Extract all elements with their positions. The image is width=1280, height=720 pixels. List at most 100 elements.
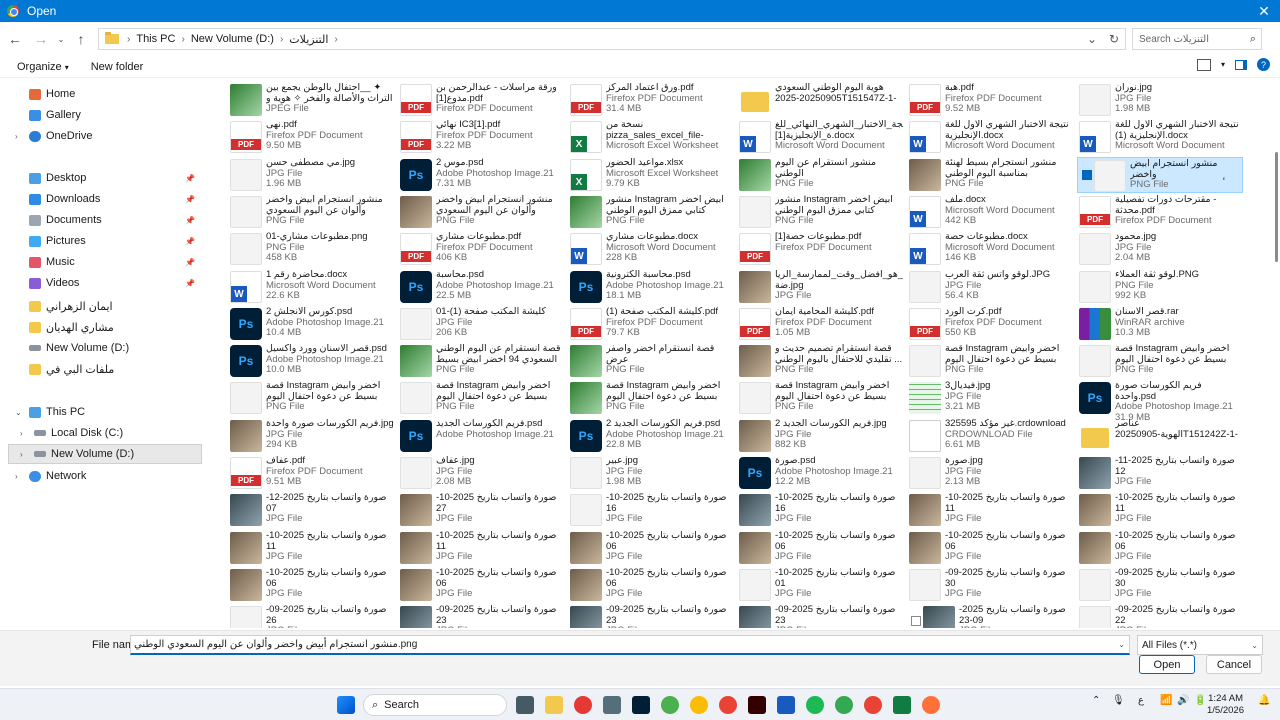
chevron-right-icon[interactable]: › <box>20 450 23 459</box>
forward-icon[interactable]: → <box>30 28 52 50</box>
file-item[interactable]: منشور Instagram ابيض اخضر كتابي ممزق الي… <box>568 194 734 230</box>
file-item[interactable]: صورة واتساب بتاريخ 2025-10-06 في 7800160… <box>568 530 734 566</box>
file-item[interactable]: صورة واتساب بتاريخ 2025-10-06 في 6_14.27… <box>1077 530 1243 566</box>
file-item[interactable]: صورة واتساب بتاريخ 2025-10-11 في 8_10.58… <box>228 530 394 566</box>
file-item[interactable]: صورة واتساب بتاريخ 2025-10-16 في 4_23.21… <box>737 492 903 528</box>
file-item[interactable]: عفاف.jpg JPG File 2.08 MB <box>398 455 564 491</box>
file-item[interactable]: نهائي IC3[1].pdfFirefox PDF Document3.22… <box>398 119 564 155</box>
new-folder-button[interactable]: New folder <box>91 61 144 73</box>
file-item[interactable]: ملف.docxMicrosoft Word Document442 KB <box>907 194 1073 230</box>
chevron-down-icon[interactable]: ▾ <box>1221 60 1225 69</box>
pin-icon[interactable]: 📌 <box>185 195 195 204</box>
breadcrumb-drive[interactable]: New Volume (D:) <box>191 33 274 45</box>
file-item[interactable]: هبة.pdfFirefox PDF Document9.52 MB <box>907 82 1073 118</box>
file-item[interactable]: فريم الكورسات الجديد.psdAdobe Photoshop … <box>398 418 564 454</box>
file-item[interactable]: ما_هو_أفضل_وقت_لممارسة_الريا ضة.jpg JPG F… <box>737 269 903 305</box>
illustrator-icon[interactable] <box>748 696 766 714</box>
file-explorer-icon[interactable] <box>545 696 563 714</box>
chevron-right-icon[interactable]: › <box>127 34 130 45</box>
volume-icon[interactable]: 🔊 <box>1177 695 1189 706</box>
pin-icon[interactable]: 📌 <box>185 237 195 246</box>
battery-icon[interactable]: 🔋 <box>1194 695 1206 706</box>
file-item[interactable]: مطبوعات مشاري-01.png PNG File 458 KB <box>228 231 394 267</box>
file-item[interactable]: صورة واتساب بتاريخ 2025-10-11 في 11.33.0… <box>1077 492 1243 528</box>
chrome-icon[interactable] <box>719 696 737 714</box>
chevron-right-icon[interactable]: › <box>15 472 18 481</box>
firefox-icon[interactable] <box>922 696 940 714</box>
file-item[interactable]: مطبوعات مشاري.pdfFirefox PDF Document406… <box>398 231 564 267</box>
file-item[interactable]: كليشة المكتب صفحة (1)-01 JPG File 206 KB <box>398 306 564 342</box>
taskbar-search[interactable]: ⌕ Search <box>363 694 507 716</box>
file-item[interactable]: صورة واتساب بتاريخ 2025-10-06 في 585_14.… <box>907 530 1073 566</box>
refresh-icon[interactable]: ↻ <box>1103 32 1125 46</box>
file-item[interactable]: نتيجة الاختبار الشهري الأول للغة الإنجلي… <box>1077 119 1243 155</box>
scrollbar[interactable] <box>1271 80 1278 628</box>
file-item[interactable]: صورة واتساب بتاريخ 2025-11-12 في 14.34.3… <box>1077 455 1243 491</box>
sidebar-item-this-pc[interactable]: ⌄ This PC <box>15 402 85 422</box>
file-item[interactable]: لوقو واتس ثقة العرب.JPG JPG File 56.4 KB <box>907 269 1073 305</box>
file-item[interactable]: صورة واتساب بتاريخ 2025-12-07 في 10.37.1… <box>228 492 394 528</box>
file-item[interactable]: احتفال بالوطن يجمع بين__ ✦ التراث والأصا… <box>228 82 394 118</box>
start-icon[interactable] <box>337 696 355 714</box>
file-item[interactable]: صورة واتساب بتاريخ 2025-09-22 في 12.19.5… <box>1077 604 1243 628</box>
sidebar-item-downloads[interactable]: Downloads 📌 <box>29 189 201 209</box>
sidebar-item-pictures[interactable]: Pictures 📌 <box>29 231 201 251</box>
file-item[interactable]: نتيجة الاختبار الشهري الأول للغة الإنجلي… <box>907 119 1073 155</box>
up-icon[interactable]: ↑ <box>70 28 92 50</box>
file-item[interactable]: منشور انستجرام بسيط لهنئة بمناسبة اليوم … <box>907 157 1073 193</box>
close-button[interactable]: ✕ <box>1248 0 1280 22</box>
file-item[interactable]: منشور Instagram ابيض اخضر كتابي ممزق الي… <box>737 194 903 230</box>
file-item[interactable]: قصر الاسنان.rar WinRAR archive 10.3 MB <box>1077 306 1243 342</box>
file-item[interactable]: قصة Instagram اخضر وابيض بسيط عن دعوة اح… <box>907 343 1073 379</box>
file-item[interactable]: كليشة المحامية ايمان.pdfFirefox PDF Docu… <box>737 306 903 342</box>
address-bar[interactable]: › This PC › New Volume (D:) › التنزيلات … <box>98 28 1126 50</box>
chevron-down-icon[interactable]: ⌄ <box>1081 32 1103 46</box>
pin-icon[interactable]: 📌 <box>185 258 195 267</box>
scrollbar-thumb[interactable] <box>1275 152 1278 262</box>
chrome-icon[interactable] <box>864 696 882 714</box>
chevron-right-icon[interactable]: › <box>15 132 18 141</box>
chevron-right-icon[interactable]: › <box>334 34 337 45</box>
file-item[interactable]: ورقة مراسلات - عبدالرحمن بن مدوع[1].pdfF… <box>398 82 564 118</box>
file-item[interactable]: لوقو ثقة العملاء.PNG PNG File 992 KB <box>1077 269 1243 305</box>
file-item[interactable]: نتيجة_الاختبار_الشهري_النهائي_للغ ة_الإن… <box>737 119 903 155</box>
excel-icon[interactable] <box>893 696 911 714</box>
file-item[interactable]: صورة واتساب بتاريخ 2025-09-23 في 31_00.0… <box>737 604 903 628</box>
back-icon[interactable]: ← <box>4 28 26 50</box>
task-view-icon[interactable] <box>516 696 534 714</box>
file-item[interactable]: قصة Instagram اخضر وابيض بسيط عن دعوة اح… <box>737 380 903 416</box>
search-input[interactable]: Search التنزيلات ⌕ <box>1132 28 1262 50</box>
chevron-down-icon[interactable]: ⌄ <box>15 408 22 417</box>
file-name-input[interactable]: منشور انستجرام أبيض واخضر وألوان عن اليو… <box>130 635 1130 655</box>
sidebar-item-local-disk[interactable]: › Local Disk (C:) <box>20 423 123 443</box>
file-item[interactable]: نوران.jpg JPG File 1.98 MB <box>1077 82 1243 118</box>
help-icon[interactable]: ? <box>1257 58 1270 71</box>
chrome-icon[interactable] <box>690 696 708 714</box>
chrome-icon[interactable] <box>835 696 853 714</box>
sidebar-item-gallery[interactable]: Gallery <box>29 105 81 125</box>
file-item[interactable]: صورة واتساب بتاريخ 2025-10-27 في 16.34.5… <box>398 492 564 528</box>
file-item[interactable]: مطبوعات حصة[1].pdfFirefox PDF Document <box>737 231 903 267</box>
file-item[interactable]: منشور انستقرام عن اليوم الوطني السعودي.p… <box>737 157 903 193</box>
sidebar-item-folder[interactable]: ملفات البي في <box>29 359 114 379</box>
file-item[interactable]: قصة Instagram اخضر وابيض بسيط عن دعوة اح… <box>398 380 564 416</box>
file-item[interactable]: منشور انستجرام أبيض واخضر وألوان عن اليو… <box>228 194 394 230</box>
breadcrumb-this-pc[interactable]: This PC <box>136 33 175 45</box>
file-item[interactable]: عناصر الهوية-20250905T151242Z-1-0... <box>1077 418 1243 454</box>
file-item[interactable]: صورة واتساب بتاريخ 2025-09-23 في 00.03.0… <box>907 604 1073 628</box>
file-item[interactable]: صورة واتساب بتاريخ 2025-10-11 في 11.35.4… <box>907 492 1073 528</box>
file-item[interactable]: قصة Instagram اخضر وابيض بسيط عن دعوة اح… <box>228 380 394 416</box>
file-item[interactable]: كورس الانجلش 2.psdAdobe Photoshop Image.… <box>228 306 394 342</box>
file-item[interactable]: قصة انستقرام عن اليوم الوطني السعودي 94 … <box>398 343 564 379</box>
sidebar-item-folder[interactable]: مشاري الهديان <box>29 317 114 337</box>
file-item[interactable]: قصة انستقرام تصميم حديث و تقليدي للاحتفا… <box>737 343 903 379</box>
app-icon[interactable] <box>574 696 592 714</box>
file-item[interactable]: ورق اعتماد المركز.pdfFirefox PDF Documen… <box>568 82 734 118</box>
file-item[interactable]: صورة واتساب بتاريخ 2025-10-01 في 15.00.3… <box>737 567 903 603</box>
file-item[interactable]: محاسبة.psdAdobe Photoshop Image.2122.5 M… <box>398 269 564 305</box>
sidebar-item-desktop[interactable]: Desktop 📌 <box>29 168 201 188</box>
file-item[interactable]: صورة واتساب بتاريخ 2025-10-16 في 6_23.21… <box>568 492 734 528</box>
file-item[interactable]: صورة واتساب بتاريخ 2025-10-11 في 1_10.56… <box>398 530 564 566</box>
file-item[interactable]: قصر الاسنان وورد واكسيل.psdAdobe Photosh… <box>228 343 394 379</box>
file-item[interactable]: موس 2.psdAdobe Photoshop Image.217.31 MB <box>398 157 564 193</box>
